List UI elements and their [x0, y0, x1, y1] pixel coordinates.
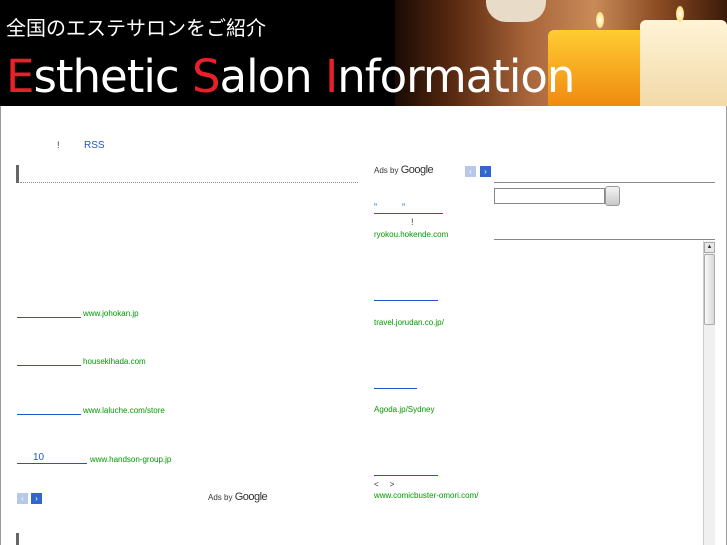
- google-logo: Google: [234, 491, 268, 503]
- next-ad-button[interactable]: ›: [480, 166, 491, 177]
- search-button[interactable]: [605, 186, 620, 206]
- right-ad-url-3[interactable]: Agoda.jp/Sydney: [374, 405, 435, 414]
- site-banner: 全国のエステサロンをご紹介 Esthetic Salon Information: [0, 0, 727, 106]
- ads-by-text: Ads by: [208, 493, 233, 502]
- title-letter-e: E: [6, 50, 34, 103]
- ad-link-3[interactable]: [17, 405, 81, 415]
- white-candle-image: [640, 20, 727, 106]
- section-marker: [16, 533, 19, 545]
- next-ad-button[interactable]: ›: [31, 493, 42, 504]
- scroll-up-arrow-icon[interactable]: ▲: [704, 242, 715, 253]
- ad-link-4[interactable]: 10: [17, 452, 87, 464]
- banner-jp-title: 全国のエステサロンをご紹介: [6, 16, 266, 40]
- sidebar-divider: [494, 182, 715, 183]
- right-ad-link-3[interactable]: [374, 379, 417, 389]
- flame-image: [596, 12, 604, 28]
- prev-ad-button[interactable]: ‹: [465, 166, 476, 177]
- flame-image: [676, 6, 684, 22]
- right-ad-url-4[interactable]: www.comicbuster-omori.com/: [374, 491, 478, 500]
- title-word-alon: alon: [219, 50, 325, 103]
- right-ad-desc-1: !: [411, 217, 414, 227]
- ad-url-2[interactable]: housekihada.com: [83, 357, 146, 366]
- right-ad-desc-4: < >: [374, 480, 395, 489]
- ad-url-3[interactable]: www.laluche.com/store: [83, 406, 165, 415]
- title-letter-s: S: [191, 50, 221, 103]
- scrollbar-thumb[interactable]: [704, 254, 715, 325]
- sidebar-divider: [494, 239, 715, 240]
- ad-url-4[interactable]: www.handson-group.jp: [90, 455, 171, 464]
- ad-url-1[interactable]: www.johokan.jp: [83, 309, 139, 318]
- bowl-image: [486, 0, 546, 22]
- search-input[interactable]: [494, 188, 605, 204]
- ad-link-1[interactable]: [17, 308, 81, 318]
- right-ad-url-2[interactable]: travel.jorudan.co.jp/: [374, 318, 444, 327]
- title-letter-i: I: [324, 50, 338, 103]
- section-divider: [20, 182, 358, 183]
- ads-by-google-label[interactable]: Ads by Google: [208, 491, 268, 503]
- google-logo: Google: [400, 164, 434, 176]
- title-word-sthetic: sthetic: [33, 50, 192, 103]
- title-word-nformation: nformation: [337, 50, 575, 103]
- ads-by-text: Ads by: [374, 166, 399, 175]
- right-ad-link-4[interactable]: [374, 466, 438, 476]
- right-ad-url-1[interactable]: ryokou.hokende.com: [374, 230, 448, 239]
- right-ad-link-2[interactable]: [374, 291, 438, 301]
- exclaim-text: !: [57, 140, 60, 150]
- banner-en-title: Esthetic Salon Information: [6, 50, 575, 103]
- ads-by-google-label[interactable]: Ads by Google: [374, 164, 434, 176]
- right-ad-link-1[interactable]: ” ”: [374, 202, 443, 214]
- content-frame: [0, 106, 727, 545]
- prev-ad-button[interactable]: ‹: [17, 493, 28, 504]
- rss-link[interactable]: RSS: [84, 140, 105, 151]
- ad-link-2[interactable]: [17, 356, 81, 366]
- section-marker: [16, 165, 19, 183]
